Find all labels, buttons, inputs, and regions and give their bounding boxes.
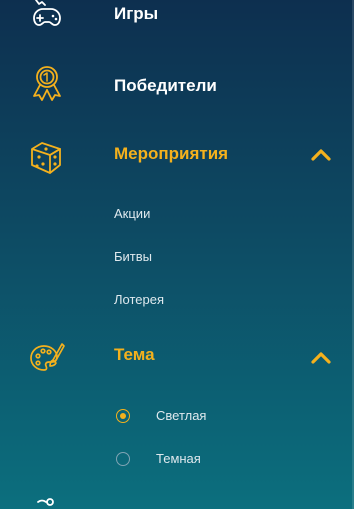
theme-option-dark-label: Темная [156,451,201,466]
submenu-item-lottery[interactable]: Лотерея [114,291,164,309]
medal-icon [28,64,66,102]
theme-option-light[interactable]: Светлая [116,407,316,427]
radio-light[interactable] [116,409,130,423]
menu-item-events-label: Мероприятия [114,144,229,163]
dice-icon [28,137,66,175]
menu-item-games[interactable]: Игры [0,0,354,32]
partial-next-icon [28,496,66,509]
theme-option-light-label: Светлая [156,408,207,423]
chevron-up-icon[interactable] [308,145,334,165]
palette-icon [28,340,66,378]
side-menu: Игры Победители Мероприятия Акции Битвы … [0,0,354,509]
radio-dark[interactable] [116,452,130,466]
menu-item-theme-label: Тема [114,345,155,364]
chevron-up-icon[interactable] [308,348,334,368]
menu-item-events[interactable]: Мероприятия [0,133,354,175]
menu-item-theme[interactable]: Тема [0,336,354,376]
menu-item-winners-label: Победители [114,76,217,95]
gamepad-icon [28,0,66,32]
menu-item-winners[interactable]: Победители [0,62,354,108]
submenu-item-battles[interactable]: Битвы [114,248,152,266]
theme-option-dark[interactable]: Темная [116,450,316,470]
submenu-item-promotions[interactable]: Акции [114,205,150,223]
menu-item-games-label: Игры [114,4,159,23]
